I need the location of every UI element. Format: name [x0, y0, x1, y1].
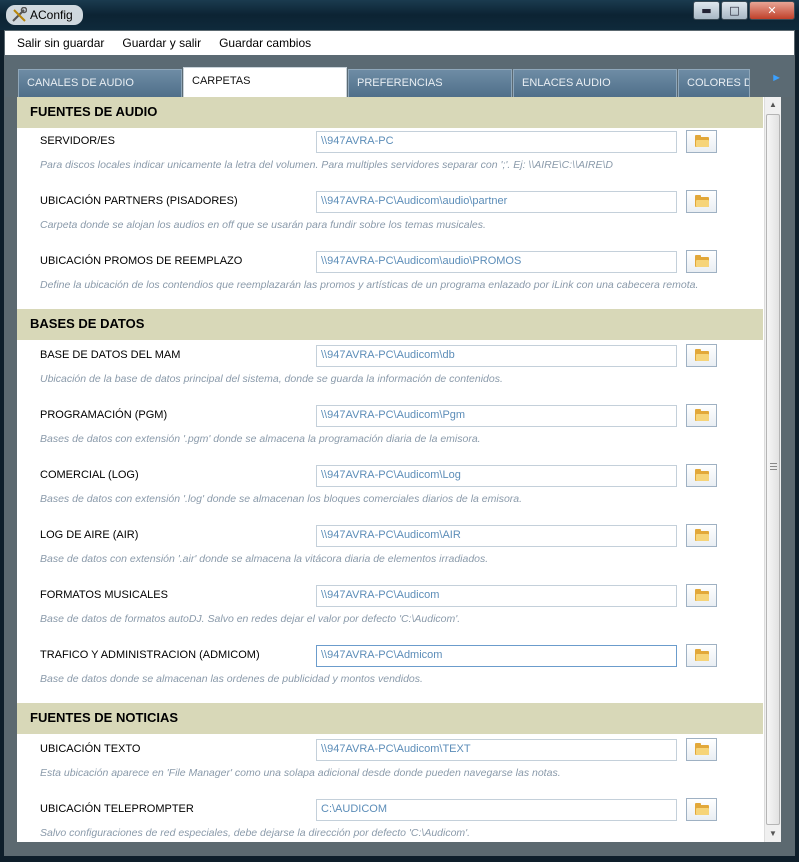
title-bar: AConfig ▬ □ ✕ [0, 0, 799, 30]
folder-icon [694, 469, 709, 481]
browse-partners-button[interactable] [686, 190, 717, 213]
tab-strip: CANALES DE AUDIO CARPETAS PREFERENCIAS E… [5, 55, 794, 98]
tab-preferencias[interactable]: PREFERENCIAS [348, 69, 512, 97]
scroll-down-icon[interactable]: ▼ [765, 826, 781, 842]
field-hint: Para discos locales indicar unicamente l… [40, 159, 614, 171]
pgm-input[interactable]: \\947AVRA-PC\Audicom\Pgm [316, 405, 677, 427]
scroll-thumb[interactable] [766, 114, 780, 825]
folder-icon [694, 135, 709, 147]
browse-texto-button[interactable] [686, 738, 717, 761]
section-header-fuentes-de-noticias: FUENTES DE NOTICIAS [17, 703, 763, 734]
browse-air-button[interactable] [686, 524, 717, 547]
admicom-input[interactable]: \\947AVRA-PC\Admicom [316, 645, 677, 667]
field-hint: Salvo configuraciones de red especiales,… [40, 827, 471, 839]
field-label-servidores: SERVIDOR/ES [40, 135, 115, 147]
browse-promos-button[interactable] [686, 250, 717, 273]
formatos-input[interactable]: \\947AVRA-PC\Audicom [316, 585, 677, 607]
tab-enlaces-audio[interactable]: ENLACES AUDIO [513, 69, 677, 97]
window-title-text: AConfig [30, 8, 73, 22]
grip-icon [770, 463, 777, 470]
field-label-promos: UBICACIÓN PROMOS DE REEMPLAZO [40, 255, 243, 267]
folder-icon [694, 589, 709, 601]
window-controls: ▬ □ ✕ [692, 1, 795, 20]
tab-scroll-right-icon[interactable]: ► [771, 72, 782, 84]
section-header-fuentes-de-audio: FUENTES DE AUDIO [17, 97, 763, 128]
field-label-texto: UBICACIÓN TEXTO [40, 743, 141, 755]
folder-icon [694, 529, 709, 541]
field-label-mam: BASE DE DATOS DEL MAM [40, 349, 181, 361]
browse-formatos-button[interactable] [686, 584, 717, 607]
log-input[interactable]: \\947AVRA-PC\Audicom\Log [316, 465, 677, 487]
tab-carpetas[interactable]: CARPETAS [183, 67, 347, 98]
field-label-partners: UBICACIÓN PARTNERS (PISADORES) [40, 195, 238, 207]
field-label-pgm: PROGRAMACIÓN (PGM) [40, 409, 168, 421]
minimize-button[interactable]: ▬ [693, 1, 720, 20]
field-label-admicom: TRAFICO Y ADMINISTRACION (ADMICOM) [40, 649, 260, 661]
maximize-button[interactable]: □ [721, 1, 748, 20]
field-label-air: LOG DE AIRE (AIR) [40, 529, 139, 541]
mam-input[interactable]: \\947AVRA-PC\Audicom\db [316, 345, 677, 367]
field-hint: Base de datos donde se almacenan las ord… [40, 673, 423, 685]
field-hint: Base de datos con extensión '.air' donde… [40, 553, 489, 565]
settings-panel: FUENTES DE AUDIO SERVIDOR/ES \\947AVRA-P… [17, 97, 781, 842]
partners-input[interactable]: \\947AVRA-PC\Audicom\audio\partner [316, 191, 677, 213]
field-hint: Base de datos de formatos autoDJ. Salvo … [40, 613, 461, 625]
menu-item-save-and-exit[interactable]: Guardar y salir [122, 34, 201, 52]
tools-icon [12, 7, 27, 22]
scroll-up-icon[interactable]: ▲ [765, 97, 781, 113]
vertical-scrollbar[interactable]: ▲ ▼ [764, 97, 781, 842]
menu-item-exit-without-save[interactable]: Salir sin guardar [17, 34, 104, 52]
browse-teleprompter-button[interactable] [686, 798, 717, 821]
folder-icon [694, 409, 709, 421]
browse-admicom-button[interactable] [686, 644, 717, 667]
tab-canales-de-audio[interactable]: CANALES DE AUDIO [18, 69, 182, 97]
field-hint: Define la ubicación de los contendios qu… [40, 279, 699, 291]
folder-icon [694, 255, 709, 267]
browse-servidores-button[interactable] [686, 130, 717, 153]
window-title: AConfig [6, 5, 83, 25]
field-label-formatos: FORMATOS MUSICALES [40, 589, 168, 601]
folder-icon [694, 803, 709, 815]
field-hint: Bases de datos con extensión '.log' dond… [40, 493, 523, 505]
browse-pgm-button[interactable] [686, 404, 717, 427]
teleprompter-input[interactable]: C:\AUDICOM [316, 799, 677, 821]
folder-icon [694, 743, 709, 755]
folder-icon [694, 649, 709, 661]
menu-item-save-changes[interactable]: Guardar cambios [219, 34, 311, 52]
field-hint: Carpeta donde se alojan los audios en of… [40, 219, 486, 231]
field-hint: Ubicación de la base de datos principal … [40, 373, 503, 385]
section-header-bases-de-datos: BASES DE DATOS [17, 309, 763, 340]
menu-bar: Salir sin guardar Guardar y salir Guarda… [5, 31, 794, 55]
field-hint: Esta ubicación aparece en 'File Manager'… [40, 767, 561, 779]
servidores-input[interactable]: \\947AVRA-PC [316, 131, 677, 153]
promos-input[interactable]: \\947AVRA-PC\Audicom\audio\PROMOS [316, 251, 677, 273]
folder-icon [694, 349, 709, 361]
browse-log-button[interactable] [686, 464, 717, 487]
texto-input[interactable]: \\947AVRA-PC\Audicom\TEXT [316, 739, 677, 761]
air-input[interactable]: \\947AVRA-PC\Audicom\AIR [316, 525, 677, 547]
folder-icon [694, 195, 709, 207]
tab-colores[interactable]: COLORES D [678, 69, 750, 97]
browse-mam-button[interactable] [686, 344, 717, 367]
window-bottom-border [5, 842, 794, 856]
field-label-log: COMERCIAL (LOG) [40, 469, 139, 481]
close-button[interactable]: ✕ [749, 1, 795, 20]
field-hint: Bases de datos con extensión '.pgm' dond… [40, 433, 481, 445]
field-label-teleprompter: UBICACIÓN TELEPROMPTER [40, 803, 194, 815]
